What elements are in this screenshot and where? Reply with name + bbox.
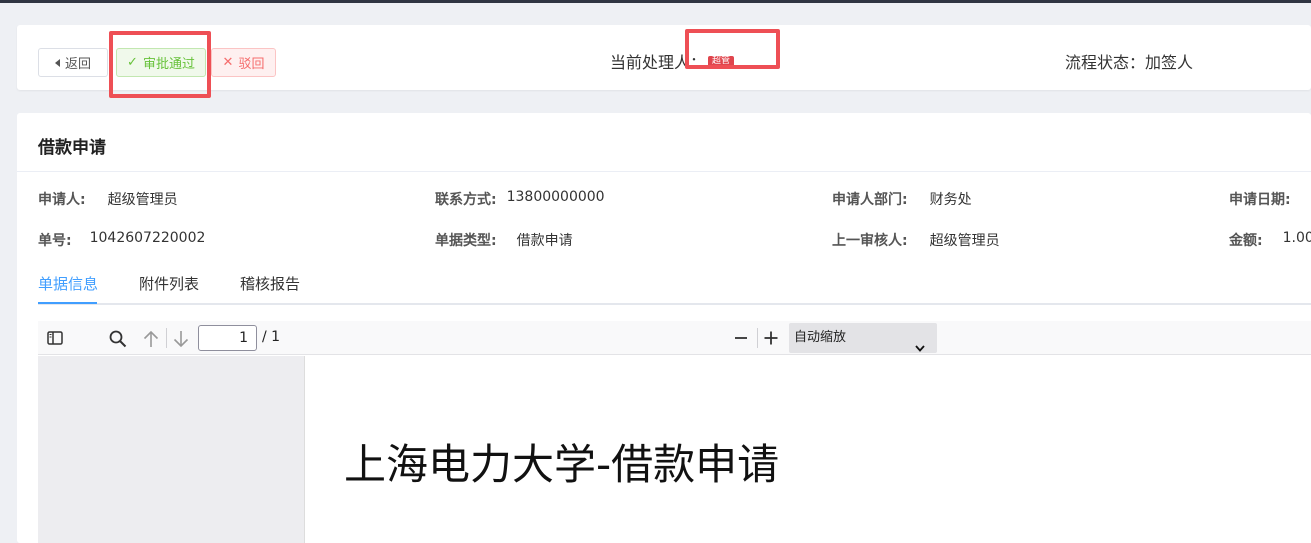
handler-name-badge: 超管: [708, 55, 735, 67]
field-applicant: 申请人: 超级管理员: [38, 189, 178, 209]
sidebar-toggle-icon[interactable]: [46, 330, 64, 346]
field-contact: 联系方式: 13800000000: [435, 189, 605, 209]
field-date: 申请日期:: [1229, 189, 1291, 209]
contact-label: 联系方式:: [435, 192, 497, 208]
field-order: 单号: 1042607220002: [38, 230, 205, 250]
reject-button-label: 驳回: [238, 57, 265, 72]
field-prev-reviewer: 上一审核人: 超级管理员: [832, 230, 1000, 250]
title-divider: [17, 171, 1311, 172]
toolbar-separator: [757, 328, 758, 348]
tab-attachments[interactable]: 附件列表: [139, 273, 199, 294]
zoom-select-value: 自动缩放: [794, 330, 847, 345]
search-icon[interactable]: [108, 329, 128, 349]
check-icon: ✓: [127, 55, 138, 70]
contact-value: 13800000000: [506, 189, 605, 205]
action-bar: 返回 ✓ 审批通过 ✕ 驳回 当前处理人： 超管 流程状态：加签人: [17, 25, 1311, 90]
applicant-label: 申请人:: [38, 192, 86, 208]
reject-button[interactable]: ✕ 驳回: [211, 48, 276, 77]
current-handler: 当前处理人： 超管: [610, 49, 735, 73]
prev-reviewer-label: 上一审核人:: [832, 233, 908, 249]
type-value: 借款申请: [516, 233, 573, 249]
pdf-viewer: 1 / 1 自动缩放 上海电力大学-借款申请: [38, 321, 1311, 543]
tab-document-info[interactable]: 单据信息: [38, 273, 98, 294]
thumbnail-sidebar: [38, 356, 305, 543]
process-status: 流程状态：加签人: [1065, 53, 1194, 72]
amount-value: 1.00: [1282, 230, 1311, 246]
tab-audit-report[interactable]: 稽核报告: [240, 273, 300, 294]
zoom-in-icon[interactable]: [762, 329, 780, 347]
arrow-down-icon[interactable]: [172, 329, 190, 349]
caret-left-icon: [54, 58, 60, 67]
type-label: 单据类型:: [435, 233, 497, 249]
approve-button[interactable]: ✓ 审批通过: [116, 48, 206, 77]
order-value: 1042607220002: [89, 230, 206, 246]
approve-button-label: 审批通过: [142, 57, 195, 72]
back-button[interactable]: 返回: [38, 48, 108, 77]
pdf-toolbar: 1 / 1 自动缩放: [38, 321, 1311, 355]
handler-label: 当前处理人：: [610, 53, 707, 72]
toolbar-separator: [166, 328, 167, 348]
page-total: / 1: [262, 329, 281, 345]
back-button-label: 返回: [64, 57, 91, 72]
date-label: 申请日期:: [1229, 192, 1291, 208]
field-dept: 申请人部门: 财务处: [832, 189, 972, 209]
field-amount: 金额: 1.00: [1229, 230, 1311, 250]
applicant-value: 超级管理员: [107, 192, 178, 208]
prev-reviewer-value: 超级管理员: [929, 233, 1000, 249]
dept-label: 申请人部门:: [832, 192, 908, 208]
order-label: 单号:: [38, 233, 72, 249]
pdf-document-title: 上海电力大学-借款申请: [344, 440, 780, 489]
amount-label: 金额:: [1229, 233, 1263, 249]
close-icon: ✕: [222, 55, 234, 70]
tabs-baseline: [38, 303, 1311, 305]
page-title: 借款申请: [38, 138, 106, 158]
arrow-up-icon[interactable]: [142, 329, 160, 349]
active-tab-indicator: [38, 302, 97, 304]
zoom-out-icon[interactable]: [732, 329, 750, 347]
field-type: 单据类型: 借款申请: [435, 230, 573, 250]
dept-value: 财务处: [929, 192, 972, 208]
top-strip: [0, 0, 1311, 3]
page-number-input[interactable]: 1: [198, 325, 257, 351]
zoom-select[interactable]: 自动缩放: [789, 323, 937, 353]
